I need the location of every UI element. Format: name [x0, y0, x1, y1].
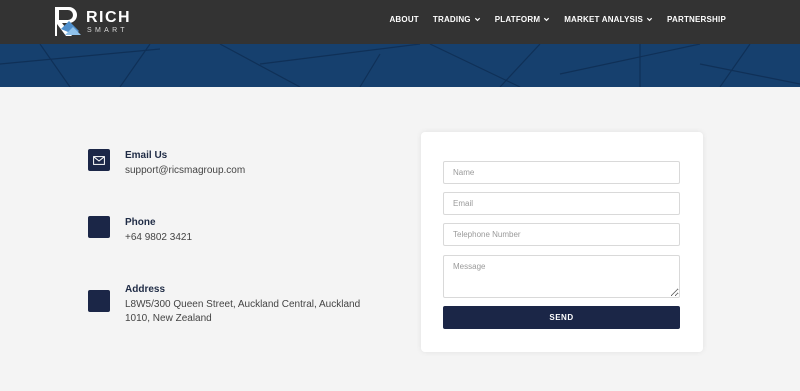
nav-partnership[interactable]: PARTNERSHIP [667, 15, 726, 24]
nav-partnership-label: PARTNERSHIP [667, 15, 726, 24]
logo-title: RICH [86, 9, 132, 26]
nav-platform-label: PLATFORM [494, 15, 541, 24]
contact-form: SEND [421, 132, 703, 352]
banner-pattern [0, 44, 800, 87]
phone-value[interactable]: +64 9802 3421 [125, 231, 365, 245]
nav-market-analysis-label: MARKET ANALYSIS [564, 15, 644, 24]
nav-about-label: ABOUT [389, 15, 419, 24]
phone-icon-box [88, 216, 110, 238]
nav-about[interactable]: ABOUT [389, 15, 418, 24]
contact-phone: Phone +64 9802 3421 [88, 216, 388, 256]
email-value[interactable]: support@ricsmagroup.com [125, 164, 365, 178]
address-title: Address [125, 284, 166, 295]
nav-trading-label: TRADING [432, 15, 471, 24]
contact-email: Email Us support@ricsmagroup.com [88, 149, 388, 189]
email-input[interactable] [443, 192, 680, 215]
logo-subtitle: SMART [87, 27, 128, 34]
chevron-down-icon [474, 17, 480, 22]
send-button[interactable]: SEND [443, 306, 680, 329]
main-nav: ABOUT TRADING PLATFORM MARKET ANALYSIS P… [389, 15, 726, 24]
nav-platform[interactable]: PLATFORM [495, 15, 550, 24]
email-icon-box [88, 149, 110, 171]
contact-address: Address L8W5/300 Queen Street, Auckland … [88, 283, 388, 327]
top-navbar: RICH SMART ABOUT TRADING PLATFORM MARKET… [0, 0, 800, 44]
address-line-2: 1010, New Zealand [125, 313, 212, 324]
email-title: Email Us [125, 150, 168, 161]
message-textarea[interactable] [443, 255, 680, 298]
brand-logo[interactable]: RICH SMART [53, 5, 133, 39]
hero-banner [0, 44, 800, 87]
address-value: L8W5/300 Queen Street, Auckland Central,… [125, 298, 365, 326]
rich-smart-logo-icon [55, 7, 81, 36]
name-input[interactable] [443, 161, 680, 184]
chevron-down-icon [544, 17, 550, 22]
nav-market-analysis[interactable]: MARKET ANALYSIS [564, 15, 653, 24]
nav-trading[interactable]: TRADING [433, 15, 481, 24]
phone-title: Phone [125, 217, 156, 228]
address-line-1: L8W5/300 Queen Street, Auckland Central,… [125, 299, 361, 310]
address-icon-box [88, 290, 110, 312]
envelope-icon [93, 155, 105, 165]
chevron-down-icon [646, 17, 653, 22]
telephone-input[interactable] [443, 223, 680, 246]
